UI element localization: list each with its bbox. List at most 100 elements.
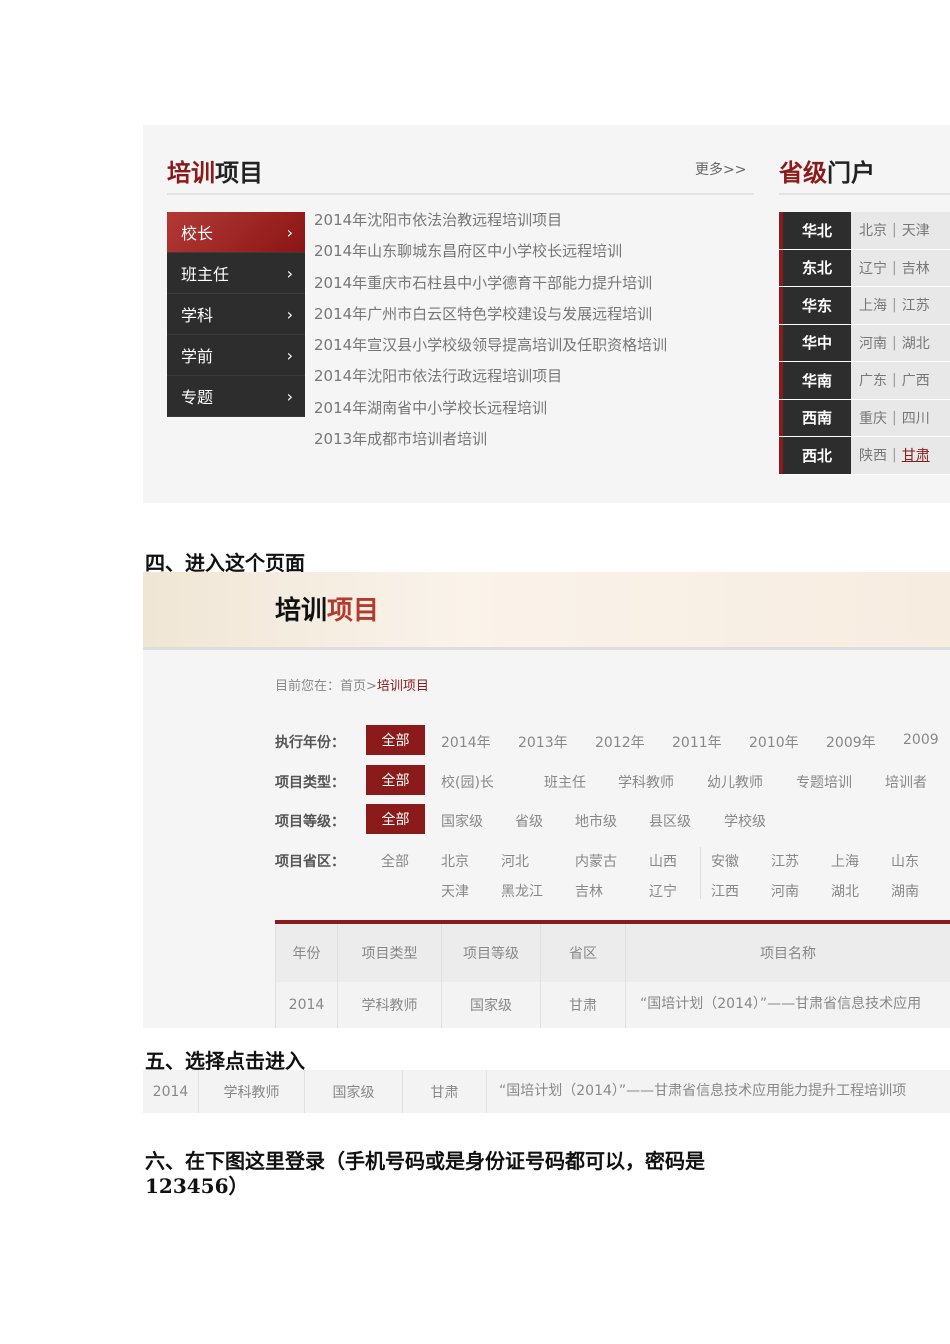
province-option[interactable]: 山西 <box>649 851 677 871</box>
separator: | <box>892 447 897 464</box>
province-link[interactable]: 湖北 <box>902 333 930 353</box>
province-option[interactable]: 黑龙江 <box>501 881 543 901</box>
project-link[interactable]: 2014年山东聊城东昌府区中小学校长远程培训 <box>314 240 754 271</box>
province-link[interactable]: 北京 <box>859 220 887 240</box>
project-link[interactable]: 2014年湖南省中小学校长远程培训 <box>314 397 754 428</box>
menu-item-topic[interactable]: 专题 › <box>167 376 305 417</box>
province-link[interactable]: 江苏 <box>902 295 930 315</box>
cell-level: 国家级 <box>442 982 541 1028</box>
col-name: 项目名称 <box>760 946 816 962</box>
year-option[interactable]: 2012年 <box>595 732 645 752</box>
project-list: 2014年沈阳市依法治教远程培训项目 2014年山东聊城东昌府区中小学校长远程培… <box>314 209 754 459</box>
province-option[interactable]: 河南 <box>771 881 799 901</box>
region-row: 西南 重庆 | 四川 <box>779 399 950 437</box>
province-option[interactable]: 江西 <box>711 881 739 901</box>
province-link[interactable]: 辽宁 <box>859 258 887 278</box>
training-home-screenshot: 培训项目 更多>> 校长 › 班主任 › 学科 › 学前 › 专题 › 2014年沈阳市依… <box>143 125 950 503</box>
region-label[interactable]: 西南 <box>779 399 851 436</box>
chevron-right-icon: › <box>286 222 293 242</box>
province-link[interactable]: 广西 <box>902 370 930 390</box>
province-option[interactable]: 安徽 <box>711 851 739 871</box>
cell-name[interactable]: “国培计划（2014）”——甘肃省信息技术应用 <box>626 982 950 1028</box>
chevron-right-icon: › <box>286 386 293 406</box>
year-option[interactable]: 2013年 <box>518 732 568 752</box>
province-link[interactable]: 上海 <box>859 295 887 315</box>
type-filter-label: 项目类型： <box>275 775 345 791</box>
separator: | <box>892 297 897 314</box>
project-link[interactable]: 2013年成都市培训者培训 <box>314 428 754 459</box>
type-option[interactable]: 培训者 <box>885 772 927 792</box>
type-option[interactable]: 校(园)长 <box>441 772 494 792</box>
table-header: 年份 项目类型 项目等级 省区 项目名称 <box>275 924 950 982</box>
type-option[interactable]: 专题培训 <box>796 772 852 792</box>
divider <box>167 193 754 195</box>
province-link[interactable]: 甘肃 <box>902 445 930 465</box>
level-option[interactable]: 学校级 <box>724 811 766 831</box>
project-link[interactable]: 2014年重庆市石柱县中小学德育干部能力提升培训 <box>314 272 754 303</box>
type-all-button[interactable]: 全部 <box>366 765 425 795</box>
province-option[interactable]: 山东 <box>891 851 919 871</box>
province-link[interactable]: 陕西 <box>859 445 887 465</box>
project-link[interactable]: 2014年沈阳市依法行政远程培训项目 <box>314 365 754 396</box>
province-link[interactable]: 河南 <box>859 333 887 353</box>
level-option[interactable]: 地市级 <box>575 811 617 831</box>
region-provinces: 重庆 | 四川 <box>851 399 950 436</box>
province-link[interactable]: 广东 <box>859 370 887 390</box>
menu-item-head-teacher[interactable]: 班主任 › <box>167 253 305 294</box>
menu-item-preschool[interactable]: 学前 › <box>167 335 305 376</box>
type-option[interactable]: 学科教师 <box>618 772 674 792</box>
cell-name[interactable]: “国培计划（2014）”——甘肃省信息技术应用能力提升工程培训项 <box>487 1070 950 1113</box>
level-all-button[interactable]: 全部 <box>366 804 425 834</box>
type-option[interactable]: 幼儿教师 <box>707 772 763 792</box>
region-label[interactable]: 东北 <box>779 249 851 286</box>
province-option[interactable]: 江苏 <box>771 851 799 871</box>
province-link[interactable]: 重庆 <box>859 408 887 428</box>
region-label[interactable]: 华南 <box>779 362 851 399</box>
region-label[interactable]: 华中 <box>779 324 851 361</box>
menu-item-subject[interactable]: 学科 › <box>167 294 305 335</box>
provincial-portal-title: 省级门户 <box>779 153 875 188</box>
year-option[interactable]: 2009 <box>903 732 939 748</box>
level-option[interactable]: 县区级 <box>649 811 691 831</box>
year-option[interactable]: 2011年 <box>672 732 722 752</box>
menu-item-principal[interactable]: 校长 › <box>167 212 305 253</box>
province-option[interactable]: 北京 <box>441 851 469 871</box>
province-option[interactable]: 河北 <box>501 851 529 871</box>
table-row[interactable]: 2014 学科教师 国家级 甘肃 “国培计划（2014）”——甘肃省信息技术应用… <box>143 1070 950 1113</box>
chevron-right-icon: › <box>286 304 293 324</box>
level-option[interactable]: 省级 <box>515 811 543 831</box>
province-option[interactable]: 辽宁 <box>649 881 677 901</box>
separator: | <box>892 409 897 426</box>
province-link[interactable]: 四川 <box>902 408 930 428</box>
year-all-button[interactable]: 全部 <box>366 725 425 755</box>
region-provinces: 上海 | 江苏 <box>851 287 950 324</box>
breadcrumb-home[interactable]: 目前您在：首页> <box>275 679 377 694</box>
province-all-option[interactable]: 全部 <box>381 851 409 871</box>
title-black: 门户 <box>827 159 875 187</box>
project-link[interactable]: 2014年宣汉县小学校级领导提高培训及任职资格培训 <box>314 334 754 365</box>
province-link[interactable]: 吉林 <box>902 258 930 278</box>
table-row[interactable]: 2014 学科教师 国家级 甘肃 “国培计划（2014）”——甘肃省信息技术应用 <box>275 982 950 1028</box>
type-option[interactable]: 班主任 <box>544 772 586 792</box>
province-option[interactable]: 吉林 <box>575 881 603 901</box>
region-label[interactable]: 华东 <box>779 287 851 324</box>
province-option[interactable]: 上海 <box>831 851 859 871</box>
province-link[interactable]: 天津 <box>902 220 930 240</box>
year-option[interactable]: 2009年 <box>826 732 876 752</box>
province-filter-label: 项目省区： <box>275 854 345 870</box>
province-option[interactable]: 天津 <box>441 881 469 901</box>
col-province: 省区 <box>541 924 626 982</box>
year-option[interactable]: 2010年 <box>749 732 799 752</box>
province-option[interactable]: 湖北 <box>831 881 859 901</box>
province-option[interactable]: 湖南 <box>891 881 919 901</box>
region-label[interactable]: 西北 <box>779 437 851 474</box>
year-option[interactable]: 2014年 <box>441 732 491 752</box>
region-label[interactable]: 华北 <box>779 212 851 249</box>
more-link[interactable]: 更多>> <box>695 159 747 179</box>
project-link[interactable]: 2014年广州市白云区特色学校建设与发展远程培训 <box>314 303 754 334</box>
category-menu: 校长 › 班主任 › 学科 › 学前 › 专题 › <box>167 212 305 417</box>
year-filter-label: 执行年份： <box>275 735 345 751</box>
level-option[interactable]: 国家级 <box>441 811 483 831</box>
project-link[interactable]: 2014年沈阳市依法治教远程培训项目 <box>314 209 754 240</box>
province-option[interactable]: 内蒙古 <box>575 851 617 871</box>
